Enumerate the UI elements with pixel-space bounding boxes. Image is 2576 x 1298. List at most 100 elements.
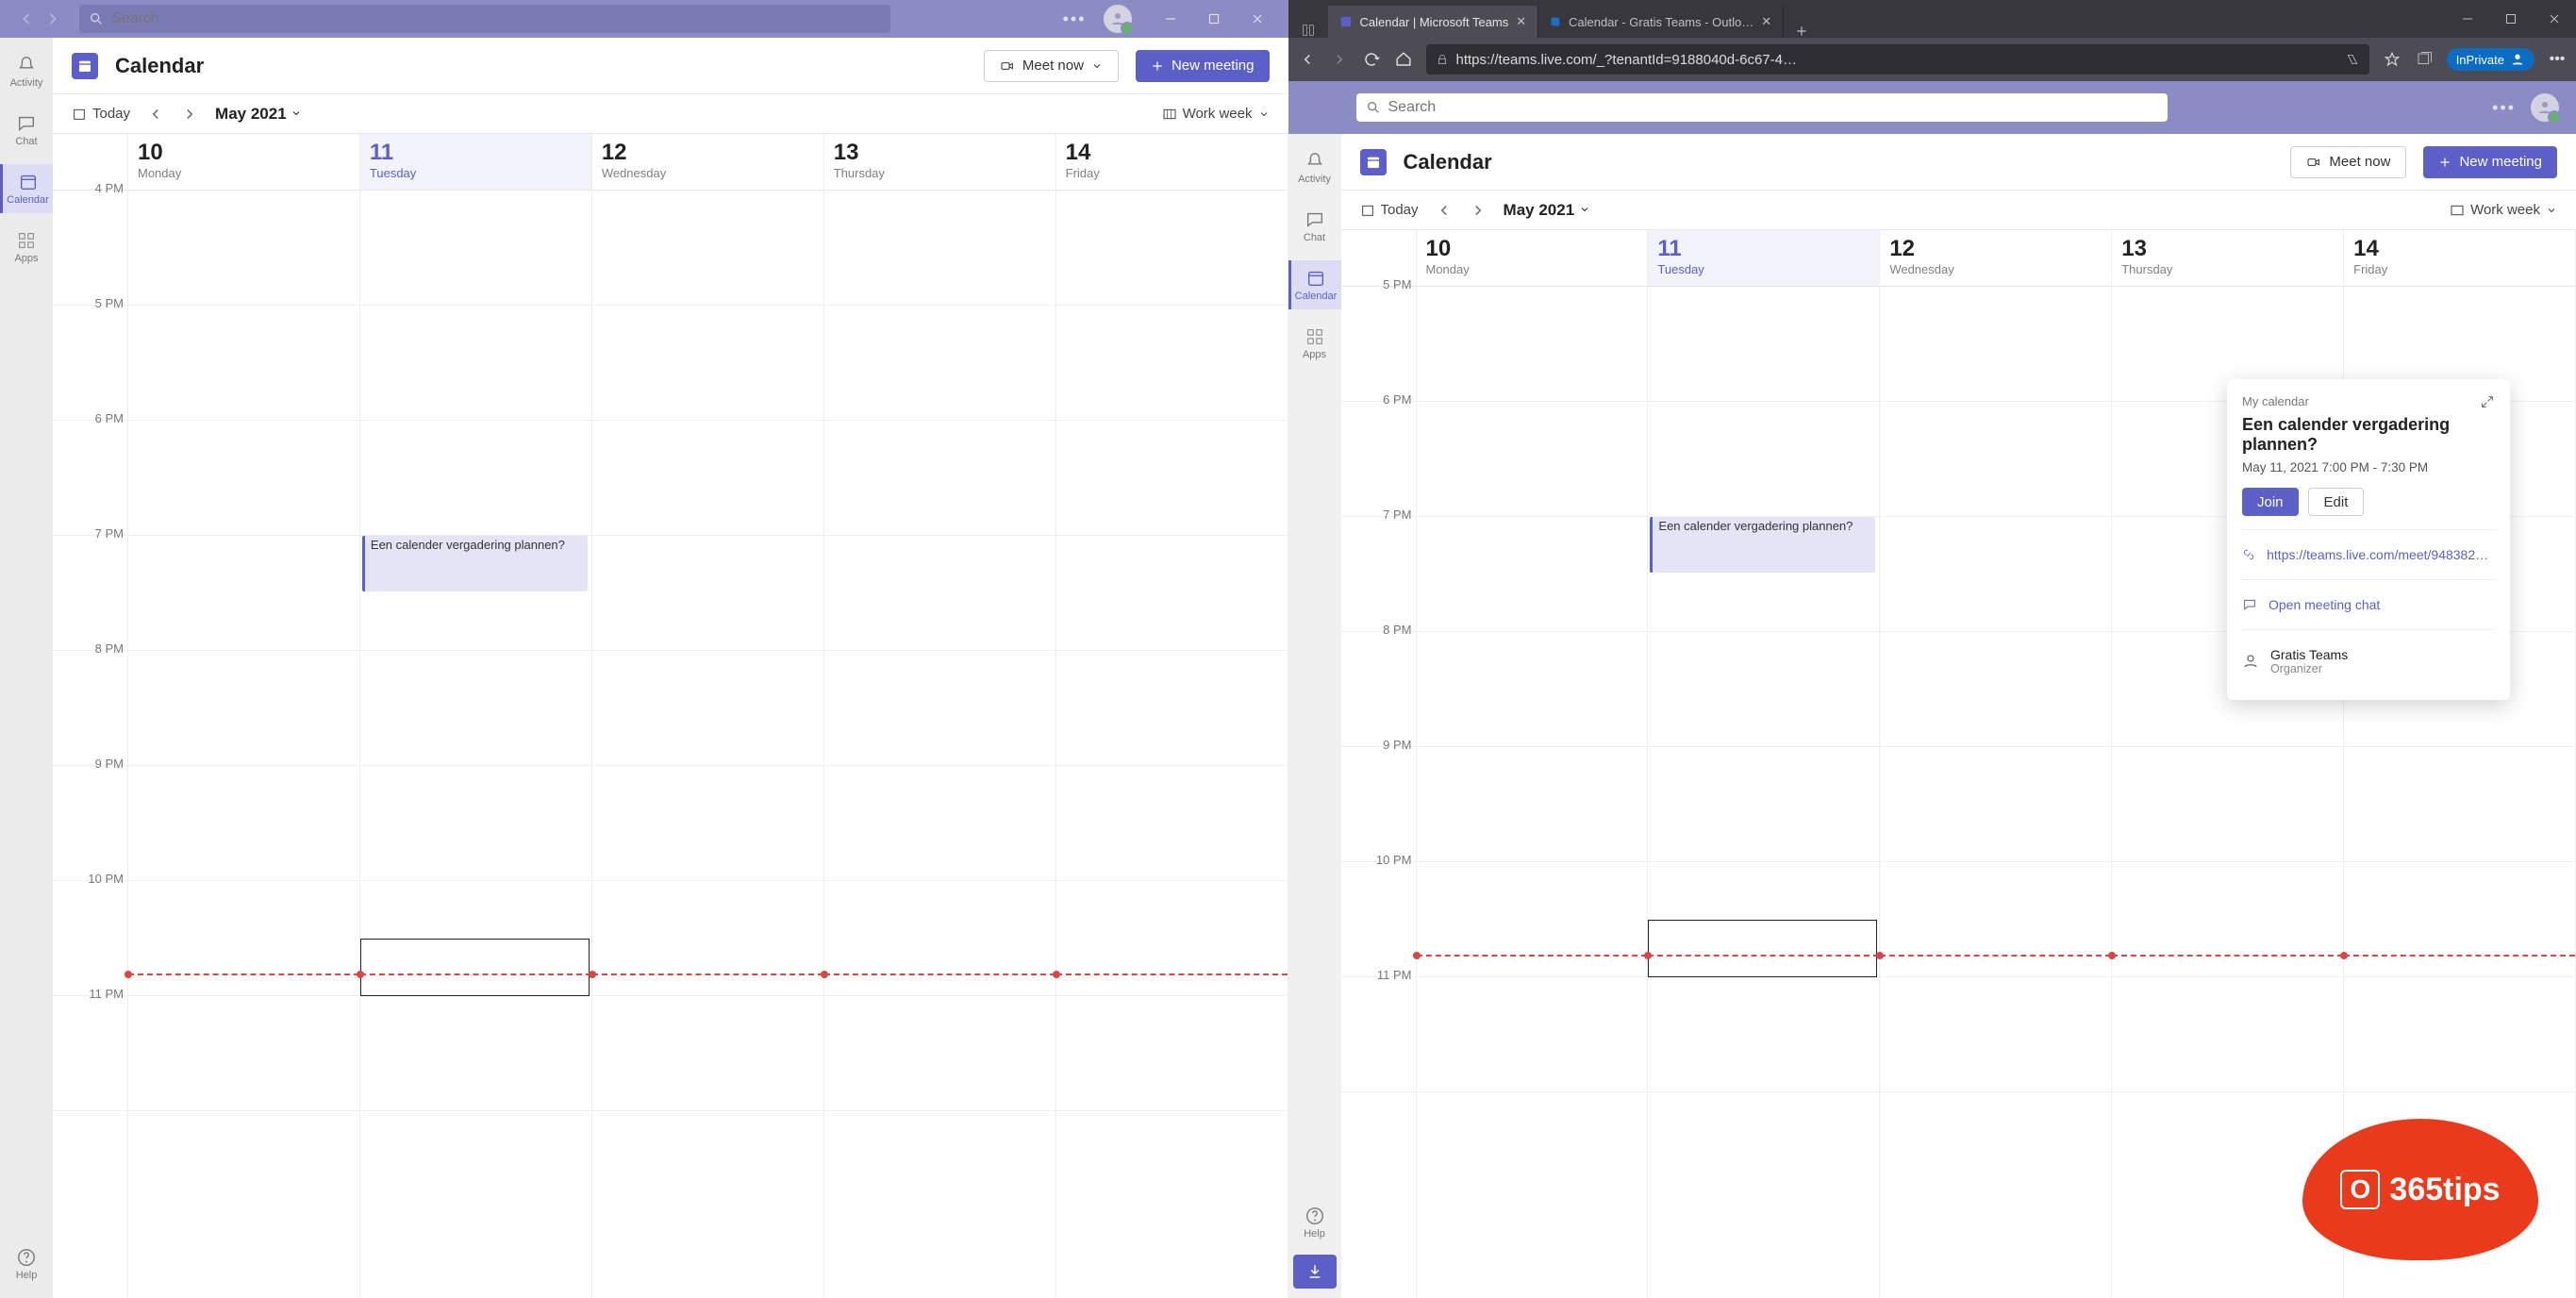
time-selection[interactable] xyxy=(360,939,590,996)
maximize-button[interactable] xyxy=(1192,0,1236,38)
view-selector[interactable]: Work week xyxy=(2450,202,2557,218)
sidebar-item-label: Chat xyxy=(1304,232,1325,243)
day-column[interactable]: 13Thursday xyxy=(824,134,1056,1298)
meet-now-button[interactable]: Meet now xyxy=(984,50,1119,82)
calendar-event[interactable]: Een calender vergadering plannen? xyxy=(1650,517,1875,573)
meet-now-button[interactable]: Meet now xyxy=(2290,146,2406,178)
day-header[interactable]: 13Thursday xyxy=(824,134,1055,191)
sidebar-item-calendar[interactable]: Calendar xyxy=(0,164,53,213)
inprivate-label: InPrivate xyxy=(2456,53,2504,67)
browser-window: Calendar | Microsoft Teams ✕ Calendar - … xyxy=(1288,0,2576,1298)
sidebar-item-chat[interactable]: Chat xyxy=(1288,202,1341,251)
day-column[interactable]: 12Wednesday xyxy=(1880,230,2112,1298)
view-label: Work week xyxy=(1183,106,1253,122)
browser-tab-active[interactable]: Calendar | Microsoft Teams ✕ xyxy=(1328,6,1539,38)
close-button[interactable] xyxy=(2533,0,2576,38)
address-bar[interactable]: https://teams.live.com/_?tenantId=918804… xyxy=(1426,44,2369,75)
sidebar-item-apps[interactable]: Apps xyxy=(0,223,53,272)
tab-close-icon[interactable]: ✕ xyxy=(1761,14,1771,29)
person-icon xyxy=(2510,52,2525,67)
close-button[interactable] xyxy=(1236,0,1279,38)
browser-home-icon[interactable] xyxy=(1394,50,1413,69)
day-column[interactable]: 12Wednesday xyxy=(592,134,824,1298)
hour-row: 9 PM xyxy=(53,766,127,881)
today-button[interactable]: Today xyxy=(1360,202,1419,218)
avatar[interactable] xyxy=(1104,5,1132,33)
day-column[interactable]: 10Monday xyxy=(128,134,360,1298)
browser-forward-icon[interactable] xyxy=(1330,50,1349,69)
open-chat-row[interactable]: Open meeting chat xyxy=(2242,588,2495,622)
download-app-button[interactable] xyxy=(1293,1255,1337,1289)
next-week-icon[interactable] xyxy=(1470,202,1487,219)
calendar-icon xyxy=(1360,203,1375,218)
view-selector[interactable]: Work week xyxy=(1162,106,1270,122)
sidebar-item-help[interactable]: Help xyxy=(1288,1198,1341,1247)
current-time-indicator xyxy=(1648,955,1879,957)
prev-week-icon[interactable] xyxy=(1436,202,1453,219)
day-column[interactable]: 10Monday xyxy=(1417,230,1649,1298)
join-button[interactable]: Join xyxy=(2242,488,2299,516)
sidebar-item-activity[interactable]: Activity xyxy=(0,47,53,96)
meeting-link-row[interactable]: https://teams.live.com/meet/94838233136… xyxy=(2242,538,2495,572)
browser-back-icon[interactable] xyxy=(1298,50,1317,69)
month-picker[interactable]: May 2021 xyxy=(1504,201,1590,220)
overflow-menu-icon[interactable]: ••• xyxy=(2492,98,2516,118)
day-header[interactable]: 11Tuesday xyxy=(1648,230,1879,287)
browser-tab-inactive[interactable]: Calendar - Gratis Teams - Outlo… ✕ xyxy=(1538,6,1784,38)
calendar-event[interactable]: Een calender vergadering plannen? xyxy=(362,536,588,591)
next-week-icon[interactable] xyxy=(181,106,198,123)
month-picker[interactable]: May 2021 xyxy=(215,105,302,124)
nav-back-icon[interactable] xyxy=(17,9,36,28)
tab-close-icon[interactable]: ✕ xyxy=(1516,14,1526,29)
calendar-icon xyxy=(18,172,39,192)
day-header[interactable]: 10Monday xyxy=(1417,230,1648,287)
minimize-button[interactable] xyxy=(1149,0,1192,38)
current-time-indicator xyxy=(1417,955,1648,957)
overflow-menu-icon[interactable]: ••• xyxy=(1063,9,1087,29)
sidebar-item-apps[interactable]: Apps xyxy=(1288,319,1341,368)
search-box[interactable] xyxy=(1356,93,2168,122)
new-tab-button[interactable] xyxy=(1784,25,1820,38)
prev-week-icon[interactable] xyxy=(147,106,164,123)
favorites-icon[interactable] xyxy=(2383,50,2401,69)
inprivate-badge[interactable]: InPrivate xyxy=(2447,48,2534,71)
day-header[interactable]: 12Wednesday xyxy=(1880,230,2111,287)
search-input[interactable] xyxy=(111,10,881,27)
sidebar-item-help[interactable]: Help xyxy=(0,1240,53,1289)
day-header[interactable]: 14Friday xyxy=(1056,134,1288,191)
view-icon xyxy=(1162,107,1177,122)
sidebar-item-calendar[interactable]: Calendar xyxy=(1288,260,1341,309)
calendar-view: Calendar Meet now New meeting Today xyxy=(1341,134,2576,1298)
collections-icon[interactable] xyxy=(2415,50,2434,69)
today-button[interactable]: Today xyxy=(72,106,130,122)
title-bar: ••• xyxy=(0,0,1288,38)
expand-icon[interactable] xyxy=(2480,394,2495,409)
minimize-button[interactable] xyxy=(2446,0,2489,38)
search-box[interactable] xyxy=(79,5,890,33)
calendar-grid[interactable]: 4 PM5 PM6 PM7 PM8 PM9 PM10 PM11 PM 10Mon… xyxy=(53,134,1288,1298)
maximize-button[interactable] xyxy=(2489,0,2533,38)
read-aloud-icon[interactable] xyxy=(2345,52,2360,67)
day-number: 11 xyxy=(370,140,582,166)
nav-forward-icon[interactable] xyxy=(43,9,62,28)
avatar[interactable] xyxy=(2531,93,2559,122)
day-column[interactable]: 14Friday xyxy=(1056,134,1288,1298)
new-meeting-button[interactable]: New meeting xyxy=(2423,146,2557,178)
day-header[interactable]: 13Thursday xyxy=(2112,230,2343,287)
sidebar-item-chat[interactable]: Chat xyxy=(0,106,53,155)
day-column[interactable]: 11Tuesday Een calender vergadering planne… xyxy=(360,134,592,1298)
new-meeting-button[interactable]: New meeting xyxy=(1136,50,1270,82)
time-selection[interactable] xyxy=(1648,920,1877,977)
day-header[interactable]: 12Wednesday xyxy=(592,134,823,191)
day-column[interactable]: 11Tuesday Een calender vergadering planne… xyxy=(1648,230,1880,1298)
day-header[interactable]: 10Monday xyxy=(128,134,359,191)
browser-reload-icon[interactable] xyxy=(1362,50,1381,69)
edit-button[interactable]: Edit xyxy=(2308,488,2365,516)
hour-label: 10 PM xyxy=(88,872,124,886)
search-input[interactable] xyxy=(1388,99,2158,116)
sidebar-item-activity[interactable]: Activity xyxy=(1288,143,1341,192)
tab-actions-icon[interactable] xyxy=(1288,23,1328,38)
day-header[interactable]: 14Friday xyxy=(2344,230,2575,287)
day-header[interactable]: 11Tuesday xyxy=(360,134,591,191)
browser-menu-icon[interactable]: ••• xyxy=(2548,50,2567,69)
